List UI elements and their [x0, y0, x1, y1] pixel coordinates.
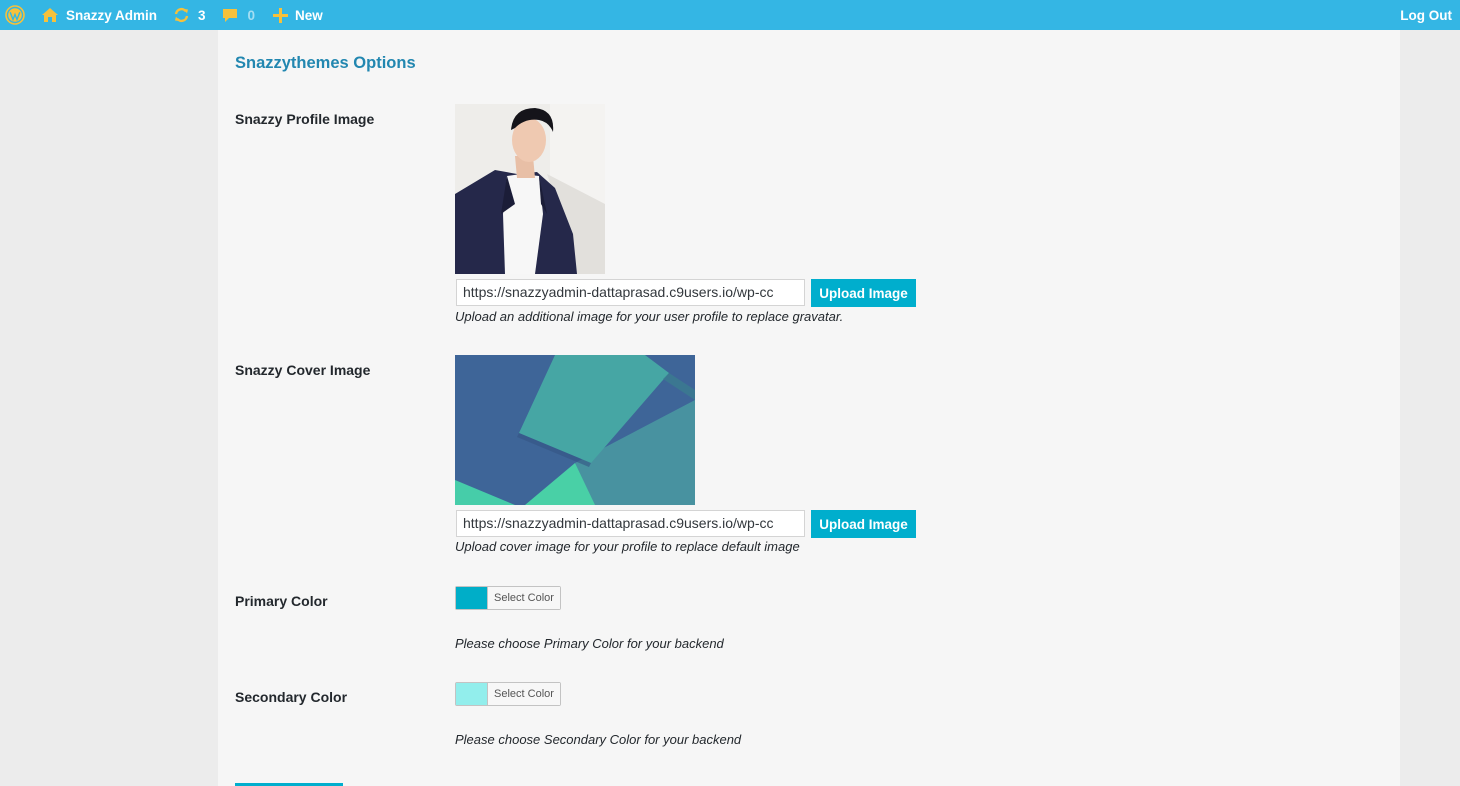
plus-icon [273, 7, 289, 23]
cover-image-preview [455, 355, 695, 505]
cover-upload-image-button[interactable]: Upload Image [811, 510, 916, 538]
profile-upload-image-button[interactable]: Upload Image [811, 279, 916, 307]
options-panel: Snazzythemes Options Snazzy Profile Imag… [218, 30, 1400, 786]
updates-count: 3 [198, 7, 206, 23]
site-name-label: Snazzy Admin [66, 7, 158, 23]
new-content-link[interactable]: New [273, 0, 323, 30]
secondary-color-swatch[interactable] [456, 683, 488, 705]
profile-image-url-input[interactable]: https://snazzyadmin-dattaprasad.c9users.… [456, 279, 805, 306]
primary-color-picker[interactable]: Select Color [455, 586, 561, 610]
cover-image-description: Upload cover image for your profile to r… [455, 539, 800, 554]
profile-image-preview [455, 104, 605, 274]
refresh-icon [173, 7, 190, 23]
primary-color-label: Primary Color [235, 593, 328, 609]
comments-link[interactable]: 0 [222, 0, 256, 30]
secondary-select-color-button[interactable]: Select Color [488, 683, 560, 705]
profile-image-description: Upload an additional image for your user… [455, 309, 844, 324]
admin-bar: Snazzy Admin 3 0 New Log Out [0, 0, 1460, 30]
primary-color-swatch[interactable] [456, 587, 488, 609]
wordpress-logo-icon[interactable] [5, 4, 27, 26]
secondary-color-picker[interactable]: Select Color [455, 682, 561, 706]
primary-color-description: Please choose Primary Color for your bac… [455, 636, 724, 651]
cover-image-label: Snazzy Cover Image [235, 362, 371, 378]
comment-bubble-icon [222, 7, 238, 23]
primary-select-color-button[interactable]: Select Color [488, 587, 560, 609]
profile-image-label: Snazzy Profile Image [235, 111, 375, 127]
new-label: New [295, 7, 323, 23]
secondary-color-label: Secondary Color [235, 689, 348, 705]
cover-image-url-input[interactable]: https://snazzyadmin-dattaprasad.c9users.… [456, 510, 805, 537]
home-icon [41, 7, 59, 23]
page-title: Snazzythemes Options [235, 54, 416, 72]
comments-count: 0 [247, 7, 256, 23]
updates-link[interactable]: 3 [173, 0, 206, 30]
logout-link[interactable]: Log Out [1400, 0, 1452, 30]
secondary-color-description: Please choose Secondary Color for your b… [455, 732, 742, 747]
site-name-link[interactable]: Snazzy Admin [41, 0, 157, 30]
